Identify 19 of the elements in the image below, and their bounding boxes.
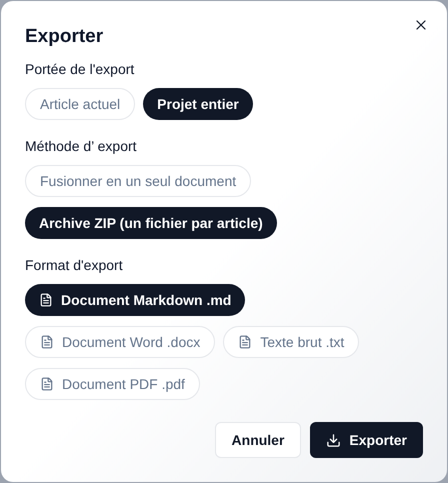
document-icon <box>238 335 252 349</box>
cancel-button[interactable]: Annuler <box>214 422 302 458</box>
option-chip[interactable]: Document Markdown .md <box>25 284 246 316</box>
document-icon <box>40 377 54 391</box>
option-chip[interactable]: Fusionner en un seul document <box>25 165 252 197</box>
option-chip[interactable]: Document Word .docx <box>25 326 216 358</box>
option-chip[interactable]: Article actuel <box>25 88 136 120</box>
section-label: Portée de l'export <box>25 60 136 79</box>
section-label: Format d'export <box>25 256 124 275</box>
option-chip[interactable]: Projet entier <box>143 88 253 120</box>
option-chip[interactable]: Document PDF .pdf <box>25 368 200 400</box>
dialog-title: Exporter <box>25 25 104 49</box>
section-label: Méthode d’ export <box>25 137 138 156</box>
export-button[interactable]: Exporter <box>310 422 423 458</box>
option-chip[interactable]: Texte brut .txt <box>223 326 360 358</box>
document-icon <box>39 293 53 307</box>
document-icon <box>40 335 54 349</box>
download-icon <box>326 432 342 448</box>
option-chip[interactable]: Archive ZIP (un fichier par article) <box>25 207 277 239</box>
